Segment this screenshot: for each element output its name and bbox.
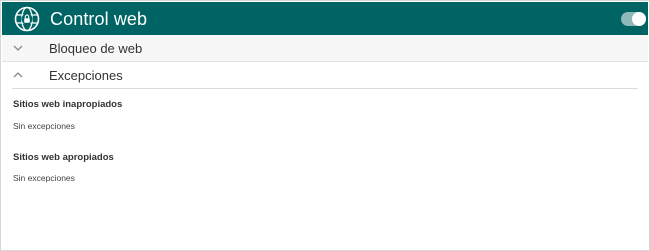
chevron-up-icon — [13, 72, 23, 78]
page-title: Control web — [50, 9, 148, 29]
divider — [12, 88, 638, 89]
inappropriate-sites-value: Sin excepciones — [13, 121, 75, 131]
web-control-toggle[interactable] — [621, 12, 646, 26]
appropriate-sites-value: Sin excepciones — [13, 173, 75, 183]
web-globe-lock-icon — [14, 6, 40, 32]
toggle-knob — [632, 12, 646, 26]
section-row-label: Bloqueo de web — [49, 41, 143, 56]
section-row-web-blocking[interactable]: Bloqueo de web — [2, 35, 648, 62]
web-control-card: Control web Bloqueo de web Excepciones S… — [0, 0, 650, 251]
section-row-exceptions[interactable]: Excepciones — [2, 62, 648, 89]
chevron-down-icon — [13, 45, 23, 51]
appropriate-sites-title: Sitios web apropiados — [13, 152, 114, 163]
web-control-header: Control web — [2, 2, 648, 35]
inappropriate-sites-title: Sitios web inapropiados — [13, 99, 123, 110]
section-row-label: Excepciones — [49, 68, 123, 83]
